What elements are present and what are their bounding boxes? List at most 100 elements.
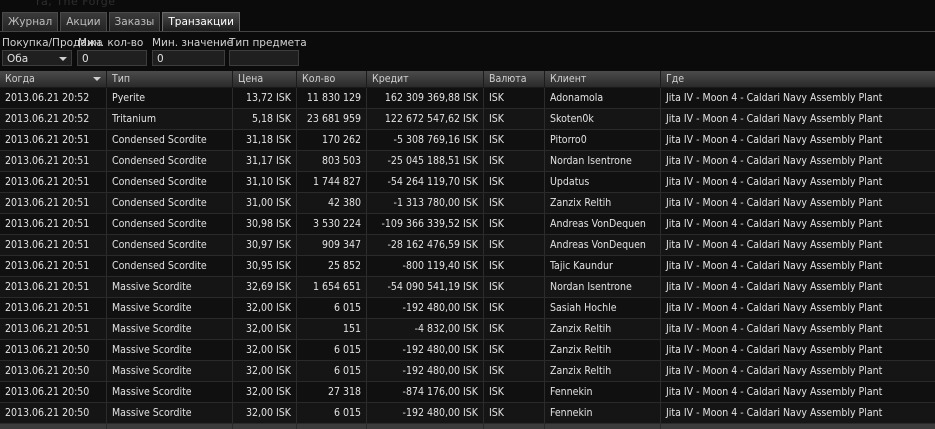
row-credit: -192 480,00 ISK <box>367 340 484 360</box>
row-type: Condensed Scordite <box>107 130 233 150</box>
row-price: 32,00 ISK <box>233 382 297 402</box>
row-when: 2013.06.21 20:51 <box>0 193 107 213</box>
row-currency: ISK <box>484 298 545 318</box>
row-price: 31,17 ISK <box>233 151 297 171</box>
row-credit: 122 672 547,62 ISK <box>367 109 484 129</box>
table-row[interactable]: 2013.06.21 20:50Massive Scordite32,00 IS… <box>0 361 935 382</box>
row-type: Massive Scordite <box>107 403 233 423</box>
table-row[interactable]: 2013.06.21 20:51 Condensed Scordite 31,17 … <box>0 151 935 172</box>
row-credit: -1 313 780,00 ISK <box>367 193 484 213</box>
table-row[interactable]: 2013.06.21 20:52 Pyerite 13,72 ISK 11 830 1… <box>0 88 935 109</box>
row-currency: ISK <box>484 424 545 429</box>
tab-journal[interactable]: Журнал <box>2 12 59 31</box>
row-currency: ISK <box>484 361 545 381</box>
column-header-price[interactable]: Цена <box>233 71 297 87</box>
row-price: 32,69 ISK <box>233 277 297 297</box>
row-credit: -800 119,40 ISK <box>367 256 484 276</box>
window-title: ra, The Forge <box>36 0 116 8</box>
row-when: 2013.06.21 20:51 <box>0 319 107 339</box>
table-row[interactable]: 2013.06.21 20:51 Condensed Scordite 31,18 … <box>0 130 935 151</box>
row-currency: ISK <box>484 193 545 213</box>
row-qty: 6 015 <box>297 298 367 318</box>
row-client: Fennekin <box>545 403 661 423</box>
min-qty-label: Мин. кол-во <box>78 37 144 49</box>
tab-shares[interactable]: Акции <box>60 12 107 31</box>
min-qty-input[interactable]: 0 <box>77 50 147 66</box>
row-where: Jita IV - Moon 4 - Caldari Navy Assembly… <box>666 176 883 188</box>
tab-bar: Журнал Акции Заказы Транзакции <box>2 12 240 31</box>
buy-sell-dropdown[interactable]: Оба <box>2 50 72 66</box>
row-qty: 3 530 224 <box>297 214 367 234</box>
row-price: 5,18 ISK <box>233 109 297 129</box>
row-currency: ISK <box>484 172 545 192</box>
row-currency: ISK <box>484 277 545 297</box>
table-row[interactable]: 2013.06.21 20:51 Massive Scordite 32,69 IS… <box>0 277 935 298</box>
row-price: 32,00 ISK <box>233 340 297 360</box>
row-currency: ISK <box>484 340 545 360</box>
column-header-when[interactable]: Когда <box>0 71 107 87</box>
table-row[interactable]: 2013.06.21 20:50Massive Scordite32,00 IS… <box>0 382 935 403</box>
column-header-currency[interactable]: Валюта <box>484 71 545 87</box>
table-row[interactable]: 2013.06.21 20:52 Tritanium 5,18 ISK 23 681 … <box>0 109 935 130</box>
table-row[interactable]: 2013.06.21 20:51 Condensed Scordite 30,97 … <box>0 235 935 256</box>
row-credit: -5 308 769,16 ISK <box>367 130 484 150</box>
row-when: 2013.06.21 20:50 <box>0 382 107 402</box>
row-when: 2013.06.21 20:50 <box>0 340 107 360</box>
table-row[interactable]: 2013.06.21 20:51 Condensed Scordite 30,98 … <box>0 214 935 235</box>
row-credit: -4 480,00 ISK <box>367 424 484 429</box>
row-type: Condensed Scordite <box>107 214 233 234</box>
row-type: Condensed Scordite <box>107 172 233 192</box>
column-header-where[interactable]: Где <box>661 71 935 87</box>
row-credit: -192 480,00 ISK <box>367 403 484 423</box>
row-client: Nordan Isentrone <box>545 277 661 297</box>
item-type-input[interactable] <box>229 50 299 66</box>
row-qty: 25 852 <box>297 256 367 276</box>
table-row[interactable]: 2013.06.21 20:51 Massive Scordite 32,00 IS… <box>0 298 935 319</box>
row-when: 2013.06.21 20:51 <box>0 277 107 297</box>
row-currency: ISK <box>484 214 545 234</box>
sort-desc-icon <box>93 77 101 81</box>
row-price: 31,18 ISK <box>233 130 297 150</box>
row-qty: 1 744 827 <box>297 172 367 192</box>
tab-transactions[interactable]: Транзакции <box>162 12 240 31</box>
row-currency: ISK <box>484 151 545 171</box>
table-row[interactable]: 2013.06.21 20:50Massive Scordite32,00 IS… <box>0 403 935 424</box>
row-where: Jita IV - Moon 4 - Caldari Navy Assembly… <box>666 365 883 377</box>
column-header-qty[interactable]: Кол-во <box>297 71 367 87</box>
row-currency: ISK <box>484 109 545 129</box>
row-qty: 27 318 <box>297 382 367 402</box>
row-where: Jita IV - Moon 4 - Caldari Navy Assembly… <box>666 197 883 209</box>
min-value-input[interactable]: 0 <box>152 50 225 66</box>
column-header-credit[interactable]: Кредит <box>367 71 484 87</box>
column-header-type[interactable]: Тип <box>107 71 233 87</box>
row-credit: -874 176,00 ISK <box>367 382 484 402</box>
row-type: Massive Scordite <box>107 277 233 297</box>
tab-orders[interactable]: Заказы <box>108 12 161 31</box>
row-credit: -192 480,00 ISK <box>367 298 484 318</box>
table-row[interactable]: 2013.06.21 20:50Massive Scordite32,00 IS… <box>0 340 935 361</box>
row-credit: 162 309 369,88 ISK <box>367 88 484 108</box>
row-where: Jita IV - Moon 4 - Caldari Navy Assembly… <box>666 113 883 125</box>
table-row[interactable]: 2013.06.21 20:50Massive Scordite32,00 IS… <box>0 424 935 429</box>
column-header-client[interactable]: Клиент <box>545 71 661 87</box>
table-row[interactable]: 2013.06.21 20:51 Condensed Scordite 31,10 … <box>0 172 935 193</box>
row-price: 31,00 ISK <box>233 193 297 213</box>
table-row[interactable]: 2013.06.21 20:51 Condensed Scordite 30,95 … <box>0 256 935 277</box>
table-row[interactable]: 2013.06.21 20:51 Massive Scordite 32,00 IS… <box>0 319 935 340</box>
row-price: 30,98 ISK <box>233 214 297 234</box>
chevron-down-icon <box>59 57 67 61</box>
row-qty: 1 654 651 <box>297 277 367 297</box>
table-row[interactable]: 2013.06.21 20:51 Condensed Scordite 31,00 … <box>0 193 935 214</box>
row-where: Jita IV - Moon 4 - Caldari Navy Assembly… <box>666 302 883 314</box>
row-when: 2013.06.21 20:51 <box>0 298 107 318</box>
row-type: Condensed Scordite <box>107 151 233 171</box>
row-when: 2013.06.21 20:50 <box>0 361 107 381</box>
row-client: Adonamola <box>545 88 661 108</box>
row-type: Condensed Scordite <box>107 193 233 213</box>
row-client: Zanzix Reltih <box>545 361 661 381</box>
row-where: Jita IV - Moon 4 - Caldari Navy Assembly… <box>666 344 883 356</box>
row-type: Massive Scordite <box>107 340 233 360</box>
row-where: Jita IV - Moon 4 - Caldari Navy Assembly… <box>666 323 883 335</box>
row-when: 2013.06.21 20:50 <box>0 403 107 423</box>
row-type: Condensed Scordite <box>107 256 233 276</box>
